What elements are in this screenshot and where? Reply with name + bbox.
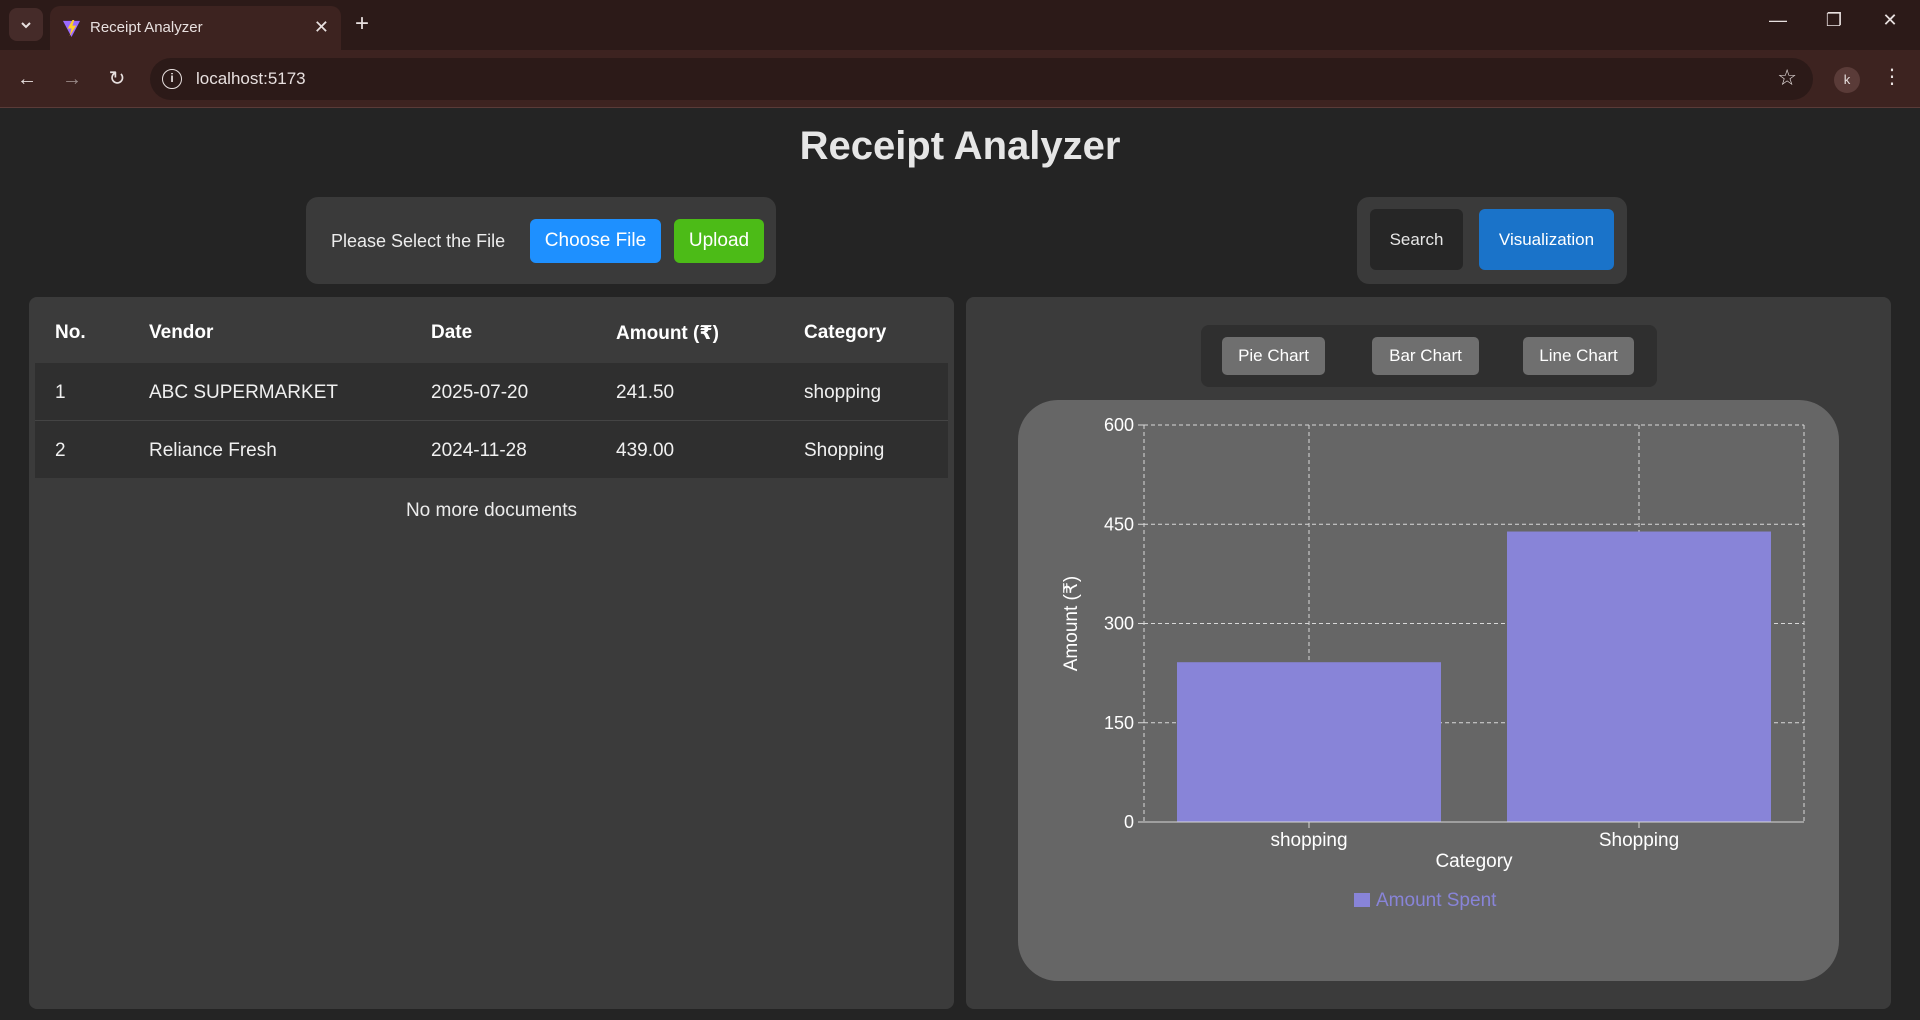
legend-swatch	[1354, 893, 1370, 907]
address-bar[interactable]: i localhost:5173 ☆	[150, 58, 1813, 100]
page-title: Receipt Analyzer	[799, 124, 1121, 168]
no-more-documents: No more documents	[405, 500, 578, 521]
visualization-view-button[interactable]: Visualization	[1479, 209, 1614, 270]
cell-no: 1	[55, 382, 66, 403]
minimize-icon[interactable]: —	[1758, 10, 1798, 31]
bar-chart: 0 150 300 450 600 shopping Shopping Category Amo…	[1061, 415, 1805, 911]
table-header: No. Vendor Date Amount (₹) Category	[35, 297, 948, 363]
restore-icon[interactable]: ❐	[1814, 10, 1854, 31]
cell-no: 2	[55, 440, 66, 461]
upload-panel: Please Select the File Choose File Uploa…	[306, 197, 776, 284]
back-arrow-icon[interactable]: ←	[12, 64, 42, 94]
cell-category: Shopping	[804, 440, 885, 461]
header-date: Date	[431, 322, 473, 343]
receipts-table-panel: No. Vendor Date Amount (₹) Category 1 AB…	[29, 297, 954, 1009]
header-no: No.	[55, 322, 86, 343]
upload-button[interactable]: Upload	[674, 219, 764, 263]
search-view-button[interactable]: Search	[1370, 209, 1463, 270]
upload-label: Please Select the File	[331, 231, 506, 251]
cell-vendor: ABC SUPERMARKET	[149, 382, 338, 403]
x-tick-label: shopping	[1270, 830, 1347, 851]
legend-label: Amount Spent	[1376, 890, 1497, 911]
chart-bar	[1507, 531, 1771, 822]
chart-bar	[1177, 662, 1441, 822]
forward-arrow-icon[interactable]: →	[57, 64, 87, 94]
browser-toolbar: ← → ↻ i localhost:5173 ☆ k ⋮	[0, 50, 1920, 108]
choose-file-button[interactable]: Choose File	[530, 219, 661, 263]
table-row[interactable]: 2 Reliance Fresh 2024-11-28 439.00 Shopp…	[35, 421, 948, 478]
chart-type-switch: Pie Chart Bar Chart Line Chart	[1201, 325, 1657, 387]
browser-tab[interactable]: Receipt Analyzer ✕	[50, 6, 341, 51]
chart-card: 0 150 300 450 600 shopping Shopping Category Amo…	[1018, 400, 1839, 981]
header-amount: Amount (₹)	[616, 323, 719, 344]
pie-chart-button[interactable]: Pie Chart	[1222, 337, 1325, 375]
more-menu-icon[interactable]: ⋮	[1882, 64, 1902, 89]
bookmark-star-icon[interactable]: ☆	[1777, 65, 1797, 91]
reload-icon[interactable]: ↻	[102, 64, 132, 94]
close-tab-icon[interactable]: ✕	[314, 17, 329, 37]
view-toggle: Search Visualization	[1357, 197, 1627, 284]
table-row[interactable]: 1 ABC SUPERMARKET 2025-07-20 241.50 shop…	[35, 363, 948, 420]
url-text: localhost:5173	[196, 69, 306, 88]
header-category: Category	[804, 322, 887, 343]
y-axis-title: Amount (₹)	[1061, 576, 1082, 672]
y-tick-label: 0	[1124, 812, 1134, 832]
header-vendor: Vendor	[149, 322, 214, 343]
site-info-icon[interactable]: i	[162, 69, 182, 89]
vite-logo-icon	[62, 19, 81, 38]
cell-date: 2024-11-28	[431, 440, 527, 461]
y-tick-label: 450	[1104, 514, 1134, 534]
cell-amount: 241.50	[616, 382, 675, 403]
visualization-panel: Pie Chart Bar Chart Line Chart 0 150 300 45…	[966, 297, 1891, 1009]
new-tab-icon[interactable]: +	[355, 11, 369, 37]
bar-chart-button[interactable]: Bar Chart	[1372, 337, 1479, 375]
tab-search-button[interactable]	[9, 8, 43, 41]
cell-amount: 439.00	[616, 440, 675, 461]
y-tick-label: 150	[1104, 713, 1134, 733]
profile-avatar[interactable]: k	[1834, 67, 1860, 93]
app-page: Receipt Analyzer Please Select the File …	[0, 108, 1920, 1020]
line-chart-button[interactable]: Line Chart	[1523, 337, 1634, 375]
browser-tabbar: Receipt Analyzer ✕ + — ❐ ✕	[0, 0, 1920, 51]
cell-category: shopping	[804, 382, 882, 403]
y-tick-label: 600	[1104, 415, 1134, 435]
chevron-down-icon	[21, 21, 31, 28]
tab-title: Receipt Analyzer	[90, 19, 203, 36]
x-axis-title: Category	[1435, 851, 1513, 872]
close-window-icon[interactable]: ✕	[1870, 10, 1910, 31]
cell-date: 2025-07-20	[431, 382, 529, 403]
x-tick-label: Shopping	[1599, 830, 1679, 851]
y-tick-label: 300	[1104, 614, 1134, 634]
cell-vendor: Reliance Fresh	[149, 440, 277, 461]
